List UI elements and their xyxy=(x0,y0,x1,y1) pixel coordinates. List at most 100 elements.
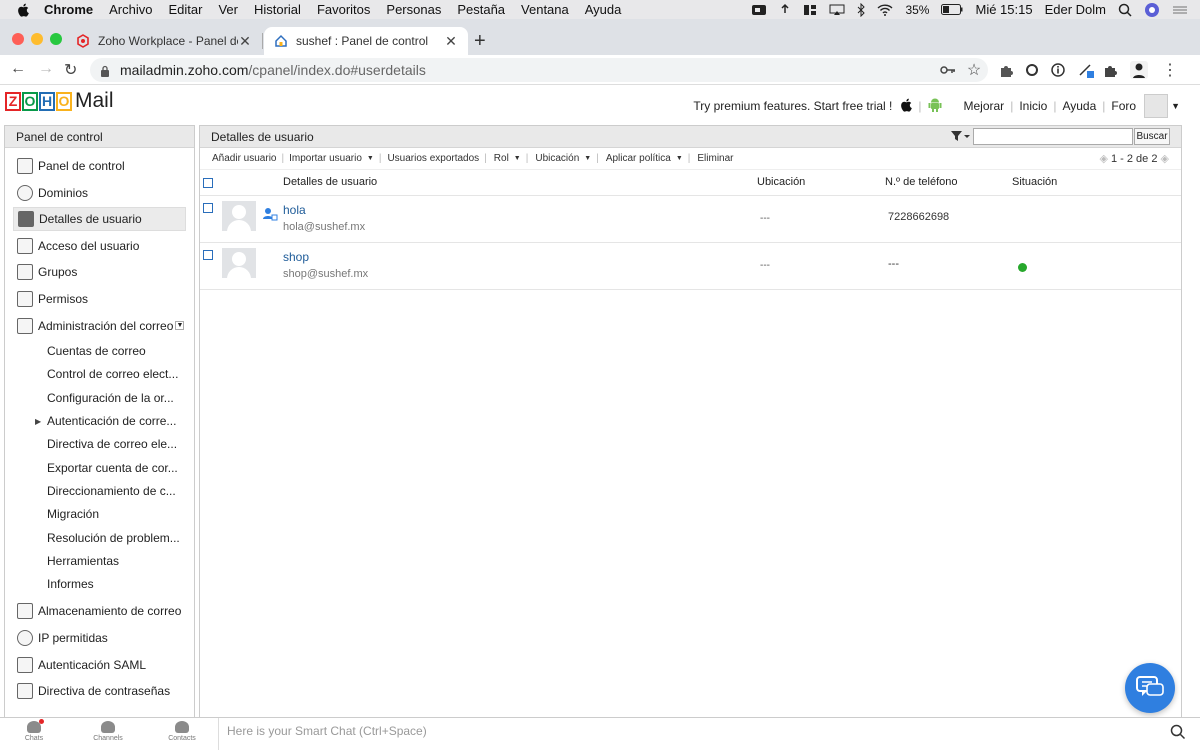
location-dropdown[interactable]: Ubicación xyxy=(535,153,579,164)
sidebar-subitem-cuentas-de-correo[interactable]: Cuentas de correo xyxy=(5,340,194,363)
delete-button[interactable]: Eliminar xyxy=(697,153,733,164)
sidebar-subitem-autenticacion[interactable]: ▶ Autenticación de corre... xyxy=(5,410,194,433)
expand-arrow-icon[interactable]: ▶ xyxy=(35,410,41,433)
lock-icon[interactable] xyxy=(100,64,110,77)
next-page-icon[interactable]: ◈ xyxy=(1161,153,1169,165)
zoho-mail-logo[interactable]: Z O H O Mail xyxy=(5,89,114,113)
window-zoom-button[interactable] xyxy=(50,33,62,45)
table-row[interactable]: hola hola@sushef.mx --- 7228662698 xyxy=(200,196,1181,243)
menu-personas[interactable]: Personas xyxy=(386,2,441,17)
forward-icon[interactable]: → xyxy=(38,60,54,78)
tab-close-icon[interactable]: ✕ xyxy=(444,33,458,50)
row-checkbox[interactable] xyxy=(203,203,213,213)
user-name[interactable]: Eder Dolm xyxy=(1045,2,1106,17)
tab-sushef-panel[interactable]: sushef : Panel de control ✕ xyxy=(264,27,468,55)
extension-puzzle-icon[interactable] xyxy=(998,62,1014,78)
sidebar-item-almacenamiento[interactable]: Almacenamiento de correo xyxy=(13,599,186,623)
search-icon[interactable] xyxy=(1170,724,1186,743)
bottom-channels[interactable]: Channels xyxy=(88,721,128,742)
bottom-contacts[interactable]: Contacts xyxy=(162,721,202,742)
sidebar-subitem-herramientas[interactable]: Herramientas xyxy=(5,550,194,573)
sidebar-subitem-directiva-de-correo[interactable]: Directiva de correo ele... xyxy=(5,433,194,456)
smart-chat-input[interactable]: Here is your Smart Chat (Ctrl+Space) xyxy=(218,718,1158,750)
menu-favoritos[interactable]: Favoritos xyxy=(317,2,370,17)
extension-circle-icon[interactable] xyxy=(1024,62,1040,78)
control-center-icon[interactable] xyxy=(1172,4,1188,16)
sidebar-subitem-migracion[interactable]: Migración xyxy=(5,503,194,526)
menu-editar[interactable]: Editar xyxy=(168,2,202,17)
touch-icon[interactable] xyxy=(779,3,791,17)
sidebar-subitem-informes[interactable]: Informes xyxy=(5,573,194,596)
user-name-link[interactable]: shop xyxy=(283,250,309,264)
siri-icon[interactable] xyxy=(1144,2,1160,18)
collapse-dropdown-icon[interactable]: ▼ xyxy=(175,321,185,331)
user-name-link[interactable]: hola xyxy=(283,203,306,217)
dropdown-arrow-icon[interactable]: ▼ xyxy=(367,155,374,162)
select-all-checkbox[interactable] xyxy=(203,178,213,188)
extensions-menu-icon[interactable] xyxy=(1102,62,1118,78)
sidebar-item-grupos[interactable]: Grupos xyxy=(13,260,186,284)
link-foro[interactable]: Foro xyxy=(1111,99,1136,113)
premium-trial-text[interactable]: Try premium features. Start free trial ! xyxy=(693,99,892,113)
android-app-icon[interactable] xyxy=(928,98,942,115)
profile-avatar[interactable] xyxy=(1130,61,1148,79)
sidebar-subitem-resolucion[interactable]: Resolución de problem... xyxy=(5,527,194,550)
column-header-location[interactable]: Ubicación xyxy=(757,176,805,188)
spotlight-icon[interactable] xyxy=(1118,3,1132,17)
menu-ventana[interactable]: Ventana xyxy=(521,2,569,17)
sidebar-item-permisos[interactable]: Permisos xyxy=(13,287,186,311)
link-inicio[interactable]: Inicio xyxy=(1019,99,1047,113)
video-icon[interactable] xyxy=(751,4,767,16)
layout-icon[interactable] xyxy=(803,4,817,16)
apply-policy-dropdown[interactable]: Aplicar política xyxy=(606,153,671,164)
sidebar-item-detalles-de-usuario[interactable]: Detalles de usuario xyxy=(13,207,186,232)
row-checkbox[interactable] xyxy=(203,250,213,260)
extension-info-icon[interactable] xyxy=(1050,62,1066,78)
reload-icon[interactable]: ↻ xyxy=(64,60,77,80)
menu-app-name[interactable]: Chrome xyxy=(44,2,93,17)
browser-menu-icon[interactable]: ⋮ xyxy=(1162,62,1178,79)
clock[interactable]: Mié 15:15 xyxy=(975,2,1032,17)
link-mejorar[interactable]: Mejorar xyxy=(964,99,1005,113)
search-input[interactable] xyxy=(973,128,1133,145)
bottom-chats[interactable]: Chats xyxy=(14,719,54,742)
column-header-status[interactable]: Situación xyxy=(1012,176,1057,188)
import-user-button[interactable]: Importar usuario xyxy=(289,153,362,164)
bookmark-star-icon[interactable]: ☆ xyxy=(966,62,982,79)
filter-icon[interactable] xyxy=(950,130,970,145)
sidebar-item-dominios[interactable]: Dominios xyxy=(13,181,186,205)
chat-bubble-button[interactable] xyxy=(1125,663,1175,713)
add-user-button[interactable]: Añadir usuario xyxy=(212,153,276,164)
extension-pen-icon[interactable] xyxy=(1078,62,1094,78)
menu-ver[interactable]: Ver xyxy=(218,2,238,17)
menu-ayuda[interactable]: Ayuda xyxy=(585,2,622,17)
dropdown-arrow-icon[interactable]: ▼ xyxy=(584,155,591,162)
role-dropdown[interactable]: Rol xyxy=(494,153,509,164)
key-icon[interactable] xyxy=(940,62,956,78)
link-ayuda[interactable]: Ayuda xyxy=(1062,99,1096,113)
column-header-phone[interactable]: N.º de teléfono xyxy=(885,176,958,188)
menu-archivo[interactable]: Archivo xyxy=(109,2,152,17)
sidebar-subitem-exportar-cuenta[interactable]: Exportar cuenta de cor... xyxy=(5,457,194,480)
user-avatar[interactable] xyxy=(1144,94,1169,118)
bluetooth-icon[interactable] xyxy=(857,2,866,17)
dropdown-arrow-icon[interactable]: ▼ xyxy=(514,155,521,162)
search-button[interactable]: Buscar xyxy=(1134,128,1170,145)
sidebar-item-directiva-contrasenas[interactable]: Directiva de contraseñas xyxy=(13,679,186,703)
sidebar-item-panel-de-control[interactable]: Panel de control xyxy=(13,154,186,178)
avatar-dropdown-icon[interactable]: ▼ xyxy=(1171,101,1180,111)
column-header-user-details[interactable]: Detalles de usuario xyxy=(283,176,377,188)
sidebar-item-ip-permitidas[interactable]: IP permitidas xyxy=(13,626,186,650)
address-bar[interactable]: mailadmin.zoho.com/cpanel/index.do#userd… xyxy=(90,58,988,82)
sidebar-item-acceso-del-usuario[interactable]: Acceso del usuario xyxy=(13,234,186,258)
apple-icon[interactable] xyxy=(16,3,30,17)
menu-pestana[interactable]: Pestaña xyxy=(457,2,505,17)
window-close-button[interactable] xyxy=(12,33,24,45)
sidebar-item-administracion-del-correo[interactable]: Administración del correo ▼ xyxy=(13,314,186,338)
sidebar-subitem-control-de-correo[interactable]: Control de correo elect... xyxy=(5,363,194,386)
tab-close-icon[interactable]: ✕ xyxy=(238,33,252,50)
sidebar-item-saml[interactable]: Autenticación SAML xyxy=(13,653,186,677)
window-minimize-button[interactable] xyxy=(31,33,43,45)
table-row[interactable]: shop shop@sushef.mx --- --- xyxy=(200,243,1181,290)
airplay-icon[interactable] xyxy=(829,4,845,16)
